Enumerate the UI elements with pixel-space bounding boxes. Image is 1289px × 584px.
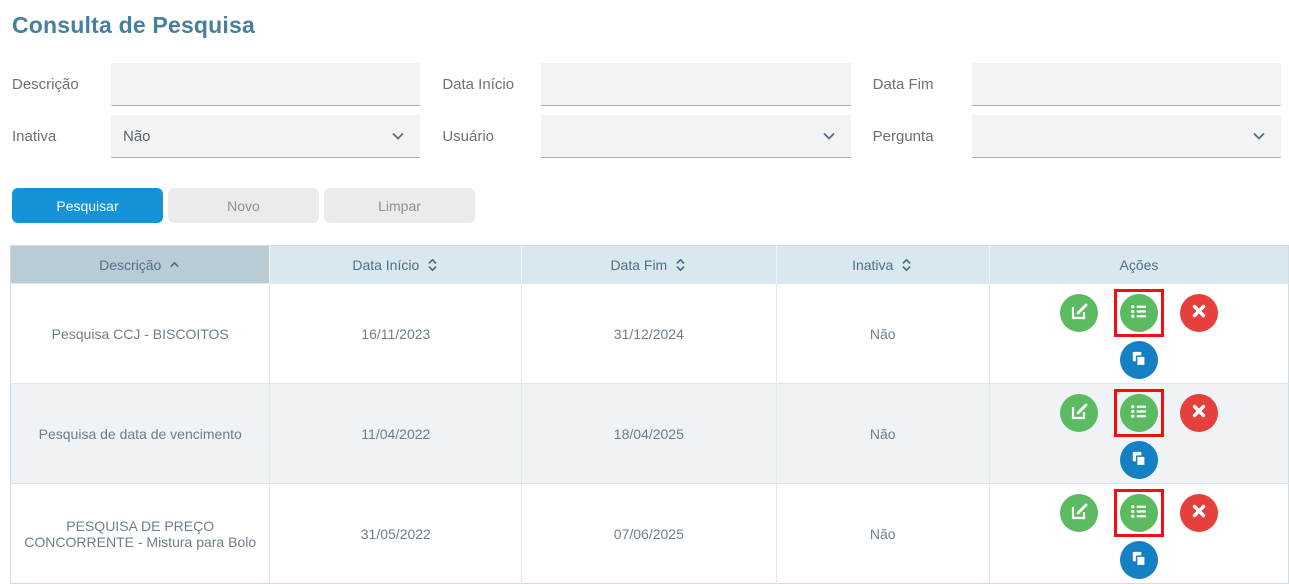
descricao-input[interactable] xyxy=(111,63,420,106)
table-row: Pesquisa CCJ - BISCOITOS 16/11/2023 31/1… xyxy=(11,284,1289,384)
data-fim-input[interactable] xyxy=(972,63,1281,106)
column-header-label: Data Fim xyxy=(610,257,667,273)
field-data-fim: Data Fim xyxy=(869,63,1281,106)
chevron-down-icon xyxy=(1251,128,1267,144)
column-header-data-fim[interactable]: Data Fim xyxy=(522,246,776,284)
field-data-inicio: Data Início xyxy=(438,63,850,106)
delete-button[interactable] xyxy=(1180,394,1218,432)
list-button[interactable] xyxy=(1120,394,1158,432)
copy-icon xyxy=(1129,349,1148,371)
toolbar: Pesquisar Novo Limpar xyxy=(12,188,1281,223)
column-header-label: Descrição xyxy=(99,257,161,273)
column-header-data-inicio[interactable]: Data Início xyxy=(270,246,522,284)
page-title: Consulta de Pesquisa xyxy=(8,10,1281,39)
sort-asc-icon xyxy=(168,258,181,271)
copy-button[interactable] xyxy=(1120,341,1158,379)
usuario-label: Usuário xyxy=(438,128,541,145)
list-icon xyxy=(1129,502,1148,524)
chevron-down-icon xyxy=(390,128,406,144)
inativa-label: Inativa xyxy=(8,128,111,145)
sort-both-icon xyxy=(426,257,439,273)
copy-button[interactable] xyxy=(1120,441,1158,479)
edit-icon xyxy=(1069,301,1089,324)
cell-descricao: PESQUISA DE PREÇO CONCORRENTE - Mistura … xyxy=(11,484,270,584)
edit-button[interactable] xyxy=(1060,394,1098,432)
column-header-acoes: Ações xyxy=(989,246,1288,284)
delete-button[interactable] xyxy=(1180,294,1218,332)
column-header-label: Data Início xyxy=(352,257,419,273)
cell-data-fim: 18/04/2025 xyxy=(522,384,776,484)
highlight-box xyxy=(1114,289,1164,337)
list-button[interactable] xyxy=(1120,494,1158,532)
results-table: Descrição Data Início xyxy=(10,245,1289,584)
copy-icon xyxy=(1129,549,1148,571)
edit-button[interactable] xyxy=(1060,494,1098,532)
column-header-label: Inativa xyxy=(852,257,893,273)
cell-acoes xyxy=(989,384,1288,484)
pergunta-select[interactable] xyxy=(972,115,1281,158)
field-inativa: Inativa Não xyxy=(8,115,420,158)
consulta-pesquisa-page: Consulta de Pesquisa Descrição Data Iníc… xyxy=(0,0,1289,584)
cell-acoes xyxy=(989,284,1288,384)
data-fim-label: Data Fim xyxy=(869,76,972,93)
cell-data-inicio: 11/04/2022 xyxy=(270,384,522,484)
edit-icon xyxy=(1069,401,1089,424)
highlight-box xyxy=(1114,489,1164,537)
sort-both-icon xyxy=(900,257,913,273)
column-header-inativa[interactable]: Inativa xyxy=(776,246,989,284)
list-icon xyxy=(1129,402,1148,424)
cell-data-inicio: 31/05/2022 xyxy=(270,484,522,584)
copy-button[interactable] xyxy=(1120,541,1158,579)
copy-icon xyxy=(1129,449,1148,471)
highlight-box xyxy=(1114,389,1164,437)
cell-inativa: Não xyxy=(776,484,989,584)
cell-inativa: Não xyxy=(776,384,989,484)
cell-data-fim: 07/06/2025 xyxy=(522,484,776,584)
inativa-select[interactable]: Não xyxy=(111,115,420,158)
descricao-label: Descrição xyxy=(8,76,111,93)
inativa-select-value: Não xyxy=(123,128,151,145)
chevron-down-icon xyxy=(821,128,837,144)
pergunta-label: Pergunta xyxy=(869,128,972,145)
list-icon xyxy=(1129,302,1148,324)
x-icon xyxy=(1191,503,1207,522)
cell-descricao: Pesquisa CCJ - BISCOITOS xyxy=(11,284,270,384)
cell-descricao: Pesquisa de data de vencimento xyxy=(11,384,270,484)
novo-button[interactable]: Novo xyxy=(168,188,319,223)
limpar-button[interactable]: Limpar xyxy=(324,188,475,223)
field-usuario: Usuário xyxy=(438,115,850,158)
usuario-select[interactable] xyxy=(541,115,850,158)
edit-icon xyxy=(1069,501,1089,524)
cell-inativa: Não xyxy=(776,284,989,384)
cell-data-fim: 31/12/2024 xyxy=(522,284,776,384)
field-descricao: Descrição xyxy=(8,63,420,106)
field-pergunta: Pergunta xyxy=(869,115,1281,158)
data-inicio-input[interactable] xyxy=(541,63,850,106)
table-row: Pesquisa de data de vencimento 11/04/202… xyxy=(11,384,1289,484)
cell-data-inicio: 16/11/2023 xyxy=(270,284,522,384)
column-header-descricao[interactable]: Descrição xyxy=(11,246,270,284)
list-button[interactable] xyxy=(1120,294,1158,332)
x-icon xyxy=(1191,303,1207,322)
column-header-label: Ações xyxy=(1120,257,1159,273)
x-icon xyxy=(1191,403,1207,422)
data-inicio-label: Data Início xyxy=(438,76,541,93)
delete-button[interactable] xyxy=(1180,494,1218,532)
edit-button[interactable] xyxy=(1060,294,1098,332)
sort-both-icon xyxy=(674,257,687,273)
cell-acoes xyxy=(989,484,1288,584)
table-row: PESQUISA DE PREÇO CONCORRENTE - Mistura … xyxy=(11,484,1289,584)
filter-form: Descrição Data Início Data Fim Inativa N… xyxy=(8,63,1281,158)
pesquisar-button[interactable]: Pesquisar xyxy=(12,188,163,223)
table-header-row: Descrição Data Início xyxy=(11,246,1289,284)
